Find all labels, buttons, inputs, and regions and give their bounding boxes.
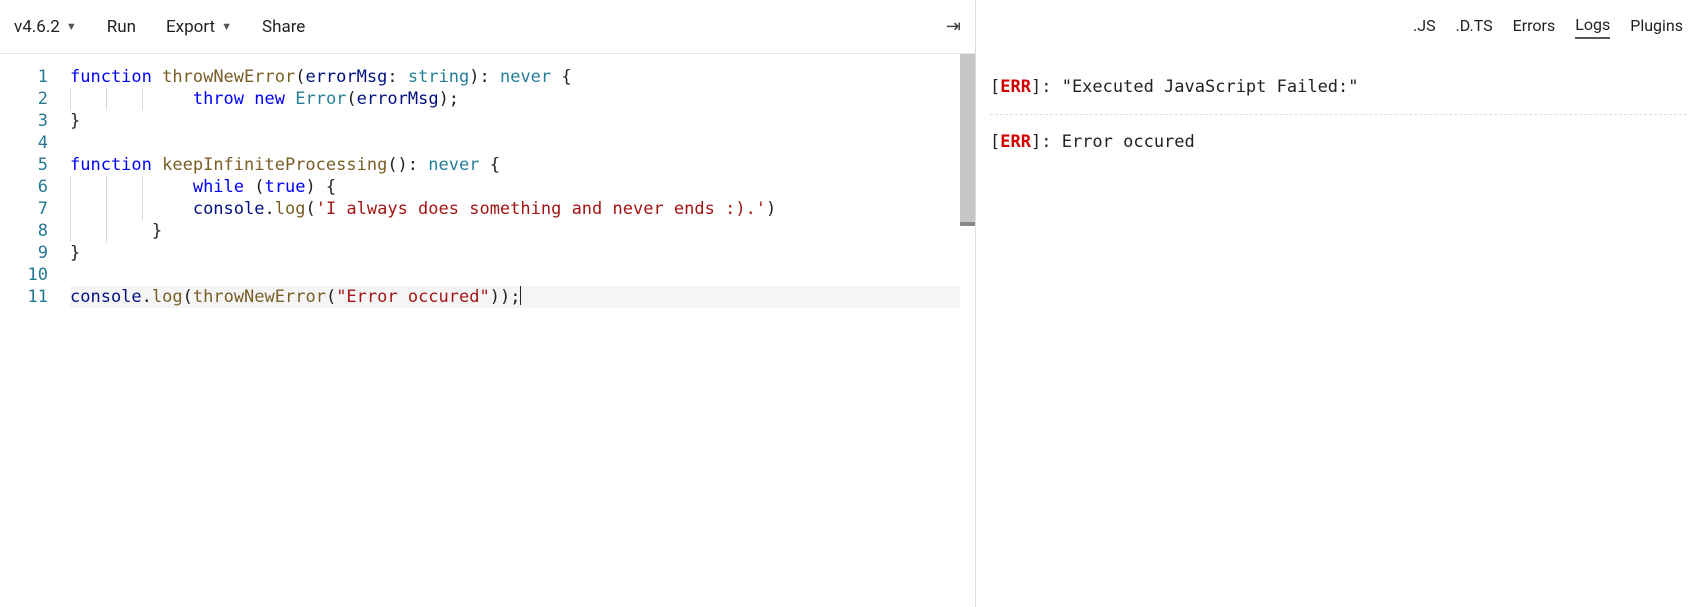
log-message: "Executed JavaScript Failed:" xyxy=(1062,77,1359,97)
share-label: Share xyxy=(262,17,305,37)
export-button[interactable]: Export ▼ xyxy=(166,17,232,37)
code-line[interactable]: while (true) { xyxy=(70,176,960,198)
editor-toolbar: v4.6.2 ▼ Run Export ▼ Share ⇥ xyxy=(0,0,975,54)
version-selector[interactable]: v4.6.2 ▼ xyxy=(14,17,77,37)
line-number: 3 xyxy=(0,110,48,132)
log-message: Error occured xyxy=(1062,132,1195,152)
text-cursor xyxy=(520,286,521,305)
code-line[interactable] xyxy=(70,264,960,286)
line-number: 1 xyxy=(0,66,48,88)
log-level: ERR xyxy=(1000,77,1031,97)
line-number: 9 xyxy=(0,242,48,264)
code-line[interactable]: } xyxy=(70,110,960,132)
tab-logs[interactable]: Logs xyxy=(1575,15,1610,39)
collapse-arrow-icon[interactable]: ⇥ xyxy=(946,16,961,37)
code-area[interactable]: function throwNewError(errorMsg: string)… xyxy=(58,54,960,607)
logs-output: [ERR]: "Executed JavaScript Failed:"[ERR… xyxy=(976,54,1701,607)
tab-errors[interactable]: Errors xyxy=(1513,16,1556,38)
line-number: 10 xyxy=(0,264,48,286)
code-editor[interactable]: 1234567891011 function throwNewError(err… xyxy=(0,54,975,607)
log-entry: [ERR]: Error occured xyxy=(990,114,1687,169)
line-number: 6 xyxy=(0,176,48,198)
line-number: 5 xyxy=(0,154,48,176)
code-line[interactable]: console.log('I always does something and… xyxy=(70,198,960,220)
tab-js[interactable]: .JS xyxy=(1413,16,1436,38)
scrollbar-marker xyxy=(960,222,975,226)
code-line[interactable]: console.log(throwNewError("Error occured… xyxy=(70,286,960,308)
code-line[interactable]: function keepInfiniteProcessing(): never… xyxy=(70,154,960,176)
log-entry: [ERR]: "Executed JavaScript Failed:" xyxy=(990,70,1687,114)
code-line[interactable]: } xyxy=(70,220,960,242)
code-line[interactable]: } xyxy=(70,242,960,264)
output-tabs: .JS .D.TS Errors Logs Plugins xyxy=(976,0,1701,54)
version-label: v4.6.2 xyxy=(14,17,60,37)
line-number: 7 xyxy=(0,198,48,220)
line-number: 11 xyxy=(0,286,48,308)
line-number: 2 xyxy=(0,88,48,110)
code-line[interactable]: throw new Error(errorMsg); xyxy=(70,88,960,110)
share-button[interactable]: Share xyxy=(262,17,305,37)
editor-pane: v4.6.2 ▼ Run Export ▼ Share ⇥ 1234567891… xyxy=(0,0,976,607)
tab-plugins[interactable]: Plugins xyxy=(1630,16,1683,38)
caret-down-icon: ▼ xyxy=(66,20,77,33)
output-pane: .JS .D.TS Errors Logs Plugins [ERR]: "Ex… xyxy=(976,0,1701,607)
run-label: Run xyxy=(107,17,136,37)
line-number: 4 xyxy=(0,132,48,154)
export-label: Export xyxy=(166,17,215,37)
code-line[interactable]: function throwNewError(errorMsg: string)… xyxy=(70,66,960,88)
tab-dts[interactable]: .D.TS xyxy=(1456,16,1493,38)
editor-scrollbar[interactable] xyxy=(960,54,975,607)
scrollbar-thumb[interactable] xyxy=(960,54,975,224)
log-level: ERR xyxy=(1000,132,1031,152)
line-number-gutter: 1234567891011 xyxy=(0,54,58,607)
caret-down-icon: ▼ xyxy=(221,20,232,33)
run-button[interactable]: Run xyxy=(107,17,136,37)
line-number: 8 xyxy=(0,220,48,242)
code-line[interactable] xyxy=(70,132,960,154)
